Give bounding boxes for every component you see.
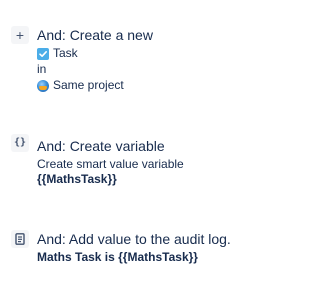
issue-type: Task	[37, 46, 256, 61]
project-avatar-icon	[37, 79, 49, 92]
step-title: And: Create variable	[37, 138, 165, 154]
document-icon	[15, 233, 25, 245]
project-selector: Same project	[37, 78, 256, 93]
step-title: And: Create a new	[37, 27, 153, 43]
task-icon	[37, 47, 49, 60]
variable-name: {{MathsTask}}	[37, 172, 117, 186]
curly-braces-glyph: {}	[13, 137, 27, 148]
curly-braces-icon: {}	[11, 134, 29, 152]
in-label: in	[37, 62, 47, 76]
audit-log-message: Maths Task is {{MathsTask}}	[37, 250, 198, 264]
plus-icon-glyph: +	[15, 27, 25, 43]
audit-log-icon	[11, 230, 29, 248]
project-label: Same project	[53, 78, 124, 92]
issue-type-label: Task	[53, 46, 78, 60]
step-description: Create smart value variable	[37, 157, 184, 171]
step-title: And: Add value to the audit log.	[37, 231, 231, 247]
plus-icon: +	[11, 26, 29, 44]
